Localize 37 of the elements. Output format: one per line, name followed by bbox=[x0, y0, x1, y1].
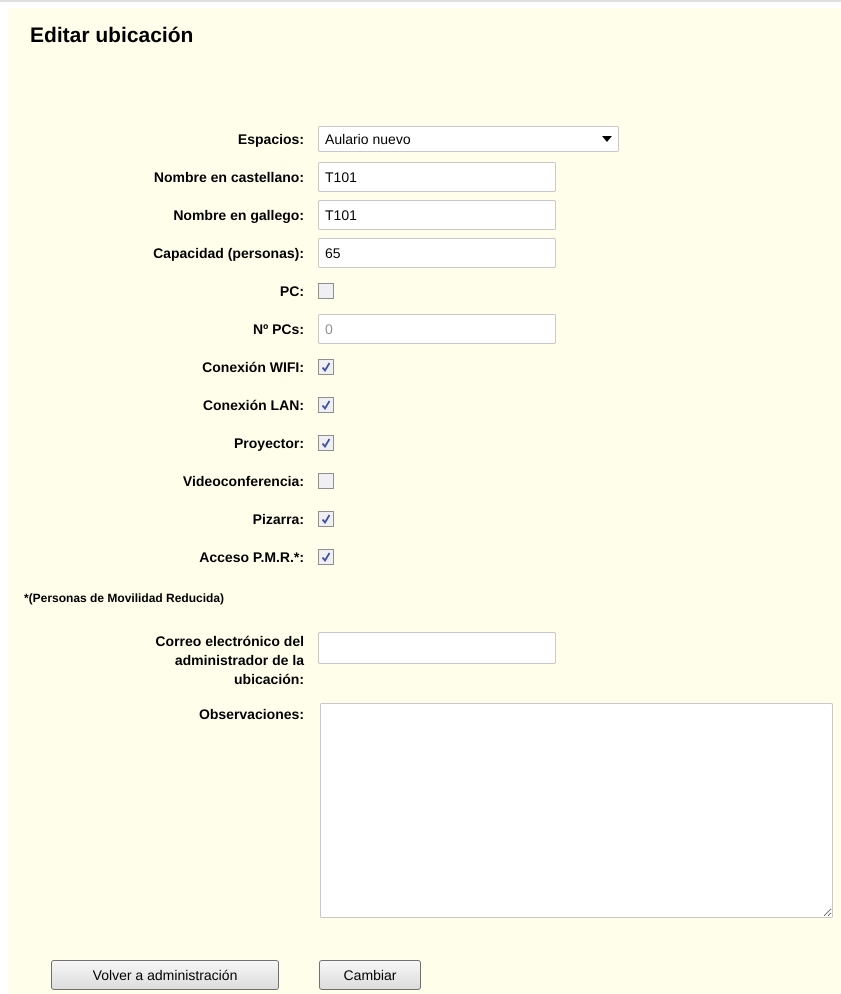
checkbox[interactable] bbox=[318, 283, 334, 299]
text-field[interactable]: 65 bbox=[318, 238, 556, 268]
field-label: Espacios: bbox=[236, 130, 304, 149]
text-field[interactable]: T101 bbox=[318, 162, 556, 192]
checkmark-icon bbox=[321, 438, 331, 448]
email-field[interactable] bbox=[318, 632, 556, 664]
field-label: Proyector: bbox=[232, 434, 304, 453]
text-field[interactable]: T101 bbox=[318, 200, 556, 230]
back-button[interactable]: Volver a administración bbox=[51, 960, 279, 990]
submit-button[interactable]: Cambiar bbox=[319, 960, 421, 990]
field-label: Conexión LAN: bbox=[202, 396, 304, 414]
field-label: Videoconferencia: bbox=[182, 472, 304, 490]
checkbox[interactable] bbox=[318, 473, 334, 489]
checkmark-icon bbox=[321, 514, 331, 524]
field-label: Correo electrónico del administrador de la ubicación: bbox=[154, 632, 304, 689]
field-label: Nombre en gallego: bbox=[172, 206, 304, 225]
field-label: Capacidad (personas): bbox=[152, 244, 304, 263]
checkbox[interactable] bbox=[318, 511, 334, 527]
dropdown[interactable]: Aulario nuevo bbox=[318, 126, 619, 152]
field-label: PC: bbox=[278, 282, 304, 300]
checkbox[interactable] bbox=[318, 435, 334, 451]
checkbox[interactable] bbox=[318, 359, 334, 375]
notes-field[interactable] bbox=[320, 703, 833, 918]
checkmark-icon bbox=[321, 400, 331, 410]
checkmark-icon bbox=[321, 362, 331, 372]
field-label: Pizarra: bbox=[252, 510, 304, 528]
field-label: Conexión WIFI: bbox=[201, 358, 304, 376]
caret-icon bbox=[602, 136, 612, 142]
field-label: Nº PCs: bbox=[252, 320, 304, 338]
footnote: *(Personas de Movilidad Reducida) bbox=[24, 590, 224, 606]
field-label: Nombre en castellano: bbox=[152, 168, 304, 186]
field-label: Acceso P.M.R.*: bbox=[198, 548, 304, 566]
field-label: Observaciones: bbox=[198, 705, 304, 724]
checkbox[interactable] bbox=[318, 549, 334, 565]
checkmark-icon bbox=[321, 552, 331, 562]
checkbox[interactable] bbox=[318, 397, 334, 413]
page-title: Editar ubicación bbox=[30, 23, 194, 49]
